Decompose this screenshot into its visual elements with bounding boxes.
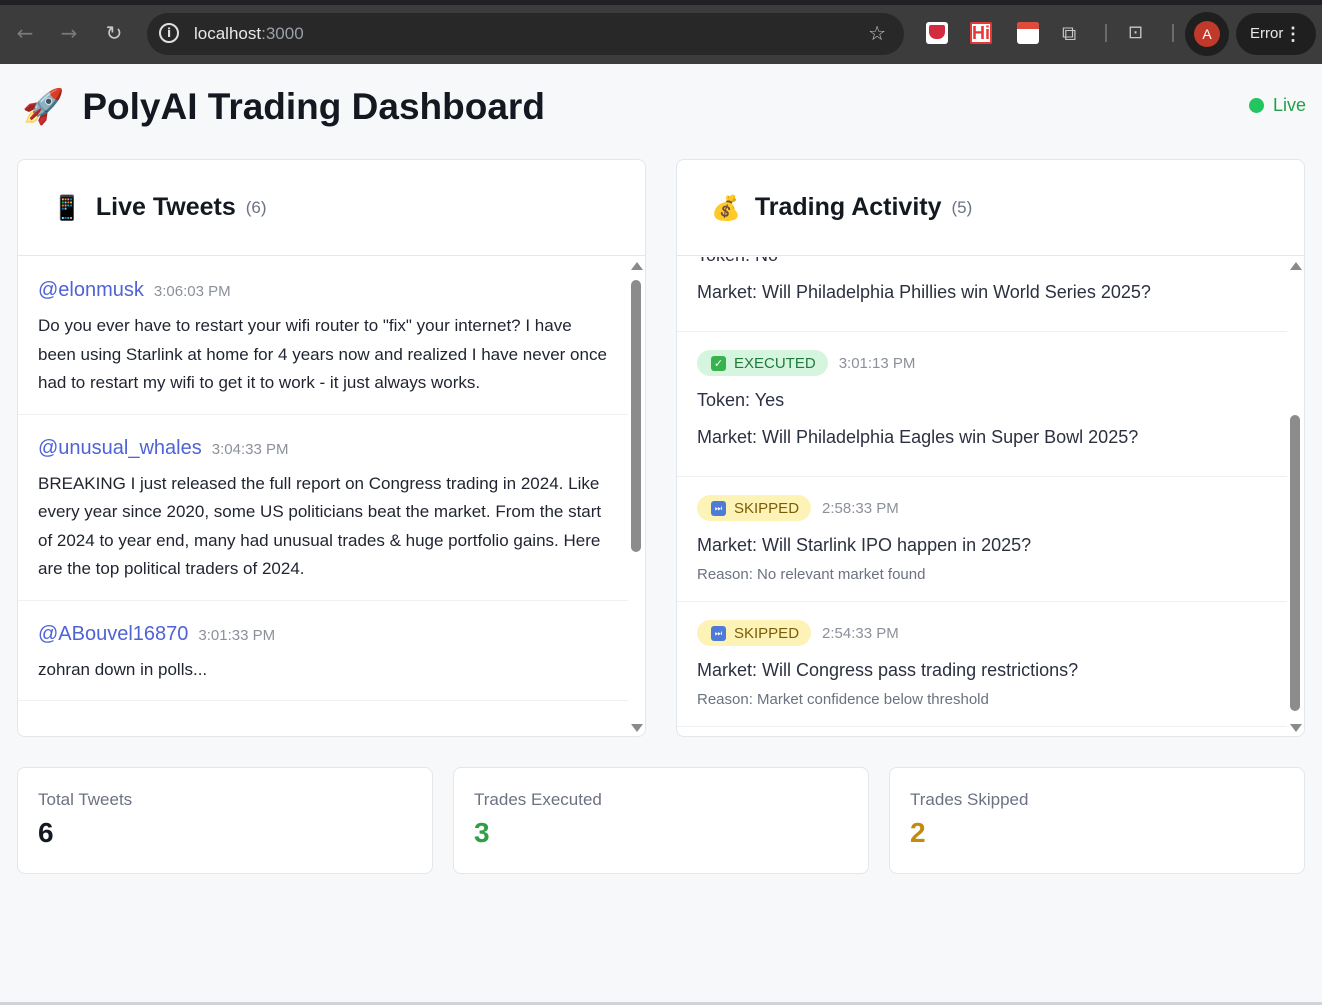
status-badge-label: EXECUTED (734, 354, 816, 372)
tweet-text: Do you ever have to restart your wifi ro… (38, 316, 607, 392)
trade-token: Token: No (697, 257, 1267, 266)
status-badge: ⏭ SKIPPED (697, 620, 812, 646)
live-status-label: Live (1272, 95, 1306, 115)
trading-activity-panel: 💰 Trading Activity (5) Token: No Market:… (676, 159, 1305, 737)
tweets-scrollbar[interactable] (627, 257, 645, 736)
panel-count: (6) (245, 197, 267, 217)
tweets-list[interactable]: @elonmusk 3:06:03 PM Do you ever have to… (18, 257, 628, 736)
error-label: Error (1250, 25, 1284, 42)
tweet-handle[interactable]: @unusual_whales (38, 437, 202, 460)
live-dot-icon (1248, 98, 1264, 113)
trade-market: Market: Will Congress pass trading restr… (697, 660, 1079, 680)
scroll-down-arrow-icon[interactable] (631, 724, 643, 732)
avatar: A (1194, 21, 1220, 47)
stat-value: 3 (474, 817, 490, 848)
trade-market: Market: Will Starlink IPO happen in 2025… (697, 535, 1032, 555)
skip-forward-icon: ⏭ (711, 625, 726, 641)
tab-strip (0, 0, 1322, 5)
status-badge: ⏭ SKIPPED (697, 495, 812, 521)
back-arrow-icon[interactable]: ← (11, 19, 39, 47)
browser-toolbar: ← → ↻ i localhost:3000 ☆ Hi ⧉ ⊡ A Error … (0, 0, 1322, 64)
tweet-item: @ABouvel16870 3:01:33 PM zohran down in … (18, 601, 628, 701)
trade-time: 2:54:33 PM (822, 624, 899, 642)
error-menu-button[interactable]: Error ⋮ (1236, 13, 1316, 55)
kebab-menu-icon: ⋮ (1284, 24, 1302, 44)
tweet-item: @elonmusk 3:06:03 PM Do you ever have to… (18, 257, 628, 415)
toolbar-divider (1105, 24, 1107, 42)
tweet-time: 3:06:03 PM (153, 283, 231, 300)
trade-reason: Reason: No relevant market found (697, 566, 926, 583)
status-badge-label: SKIPPED (734, 624, 800, 642)
trade-item: ⏭ SKIPPED 2:58:33 PM Market: Will Starli… (677, 477, 1287, 602)
reload-icon[interactable]: ↻ (100, 19, 128, 47)
rocket-icon: 🚀 (22, 87, 65, 127)
trades-list[interactable]: Token: No Market: Will Philadelphia Phil… (677, 257, 1287, 736)
tab-search-icon[interactable]: ⊡ (1128, 22, 1150, 44)
bookmark-star-icon[interactable]: ☆ (868, 21, 886, 45)
trade-reason: Reason: Market confidence below threshol… (697, 691, 989, 708)
trade-market: Market: Will Philadelphia Phillies win W… (697, 282, 1151, 302)
panel-header: 💰 Trading Activity (5) (677, 160, 1304, 256)
stat-value: 2 (910, 817, 926, 848)
scroll-thumb[interactable] (631, 280, 641, 552)
trade-time: 2:58:33 PM (822, 499, 899, 517)
trade-item: Token: No Market: Will Philadelphia Phil… (677, 257, 1287, 332)
live-tweets-panel: 📱 Live Tweets (6) @elonmusk 3:06:03 PM D… (17, 159, 646, 737)
page-header: 🚀 PolyAI Trading Dashboard (22, 84, 545, 130)
address-url[interactable]: localhost:3000 (194, 24, 304, 44)
scroll-down-arrow-icon[interactable] (1290, 724, 1302, 732)
stat-card-trades-executed: Trades Executed 3 (453, 767, 869, 874)
stat-label: Trades Executed (474, 790, 602, 809)
panel-title: Trading Activity (754, 193, 942, 221)
trade-time: 3:01:13 PM (838, 354, 916, 372)
live-status: Live (1248, 95, 1306, 116)
panel-title: Live Tweets (95, 193, 236, 221)
site-info-icon[interactable]: i (159, 23, 179, 43)
money-bag-icon: 💰 (711, 193, 741, 222)
pocket-extension-icon[interactable] (926, 22, 948, 44)
hi-extension-icon[interactable]: Hi (970, 22, 992, 44)
calendar-extension-icon[interactable] (1017, 22, 1039, 44)
trades-scrollbar[interactable] (1286, 257, 1304, 736)
stat-value: 6 (38, 817, 54, 848)
tweet-handle[interactable]: @elonmusk (38, 279, 144, 302)
stat-label: Trades Skipped (910, 790, 1029, 809)
page-title: PolyAI Trading Dashboard (82, 86, 545, 127)
panel-header: 📱 Live Tweets (6) (18, 160, 645, 256)
scroll-up-arrow-icon[interactable] (1290, 262, 1302, 270)
address-bar[interactable]: i localhost:3000 ☆ (147, 13, 904, 55)
trade-market: Market: Will Philadelphia Eagles win Sup… (697, 427, 1139, 447)
tweet-time: 3:04:33 PM (211, 440, 289, 458)
phone-icon: 📱 (52, 193, 82, 222)
skip-forward-icon: ⏭ (711, 500, 726, 516)
panel-count: (5) (951, 197, 973, 217)
scroll-up-arrow-icon[interactable] (631, 262, 643, 270)
stat-card-trades-skipped: Trades Skipped 2 (889, 767, 1305, 874)
tweet-handle[interactable]: @ABouvel16870 (38, 623, 188, 646)
status-badge-label: SKIPPED (734, 499, 800, 517)
tweet-time: 3:01:33 PM (198, 626, 276, 644)
stat-label: Total Tweets (38, 790, 133, 809)
trade-token: Token: Yes (697, 390, 785, 410)
scroll-thumb[interactable] (1290, 415, 1300, 711)
toolbar-divider (1172, 24, 1174, 42)
trade-item: ✓ EXECUTED 3:01:13 PM Token: Yes Market:… (677, 332, 1287, 477)
forward-arrow-icon[interactable]: → (55, 19, 83, 47)
profile-button[interactable]: A (1185, 12, 1229, 56)
check-icon: ✓ (711, 355, 726, 371)
tweet-item: @unusual_whales 3:04:33 PM BREAKING I ju… (18, 415, 628, 601)
tweet-text: zohran down in polls... (38, 659, 208, 679)
trade-item: ⏭ SKIPPED 2:54:33 PM Market: Will Congre… (677, 602, 1287, 727)
status-badge: ✓ EXECUTED (697, 350, 828, 376)
extensions-puzzle-icon[interactable]: ⧉ (1062, 22, 1084, 44)
stat-card-total-tweets: Total Tweets 6 (17, 767, 433, 874)
tweet-text: BREAKING I just released the full report… (38, 473, 602, 579)
